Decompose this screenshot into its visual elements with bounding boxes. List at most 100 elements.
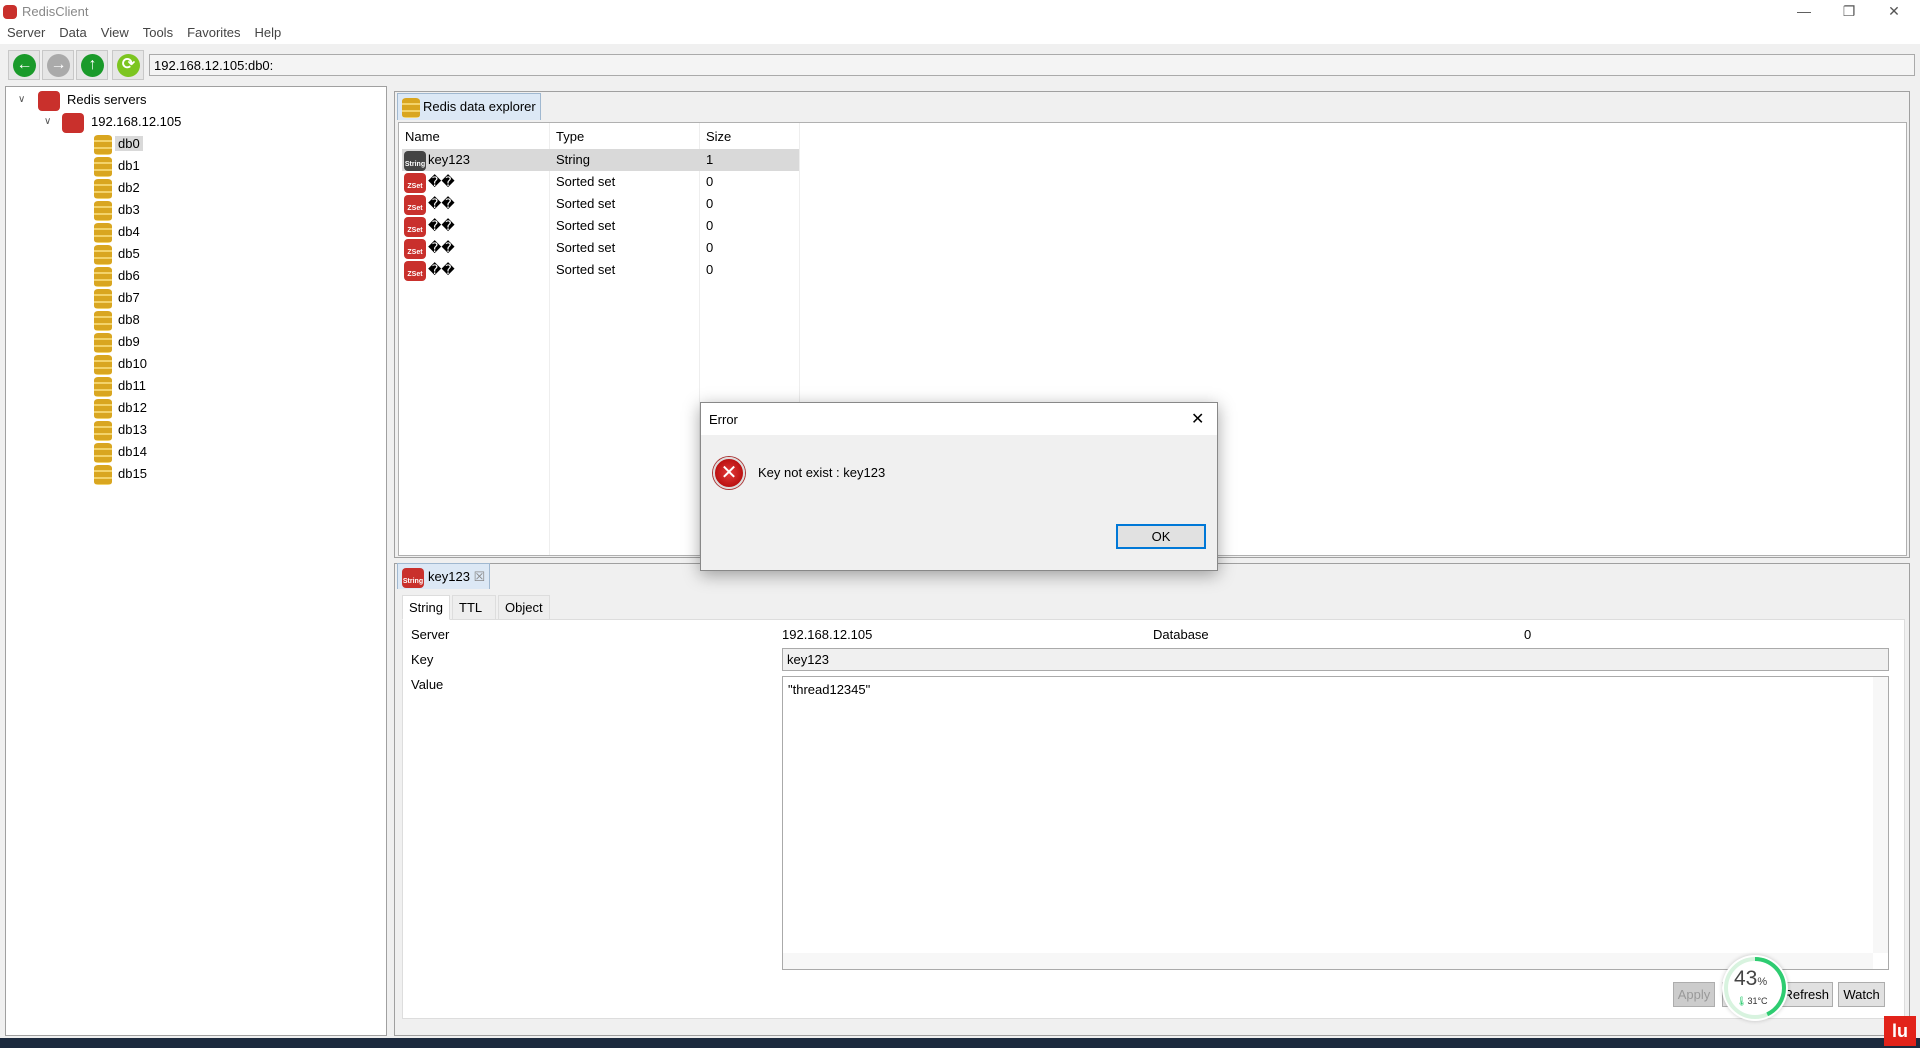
dialog-message: Key not exist : key123 [758,465,886,480]
database-icon [94,288,112,309]
tab-object[interactable]: Object [498,595,550,620]
tree-item-db1[interactable]: db1 [94,155,143,177]
column-header-type[interactable]: Type [556,126,584,148]
string-key-icon: String [404,150,426,171]
tree-item-db9[interactable]: db9 [94,331,143,353]
tree-item-root[interactable]: ∨ Redis servers [16,89,149,111]
zset-key-icon: ZSet [404,194,426,215]
database-icon [94,310,112,331]
gauge-percent: 43 [1734,967,1758,990]
column-header-size[interactable]: Size [706,126,731,148]
watch-button[interactable]: Watch [1838,982,1885,1007]
cpu-gauge[interactable]: 43% 🌡31°C [1722,955,1788,1021]
tab-string[interactable]: String [402,595,450,620]
tree-label: db8 [118,312,140,327]
database-icon [94,134,112,155]
server-value: 192.168.12.105 [782,627,873,642]
tree-label: db14 [118,444,147,459]
back-button[interactable]: ← [8,50,40,80]
tree-item-server[interactable]: ∨ 192.168.12.105 [42,111,184,133]
menu-server[interactable]: Server [0,22,52,40]
forward-icon: → [47,54,70,77]
menu-data[interactable]: Data [52,22,93,40]
minimize-button[interactable]: — [1782,0,1826,24]
watermark-logo: lu [1790,1016,1920,1048]
address-field[interactable]: 192.168.12.105:db0: [149,54,1915,76]
menu-tools[interactable]: Tools [136,22,180,40]
tab-redis-data-explorer[interactable]: Redis data explorer [397,93,541,120]
tree-label: db9 [118,334,140,349]
tree-item-db0[interactable]: db0 [94,133,143,155]
back-icon: ← [13,54,36,77]
chevron-down-icon[interactable]: ∨ [44,111,51,133]
server-icon [62,112,84,133]
restore-button[interactable]: ❐ [1827,0,1871,24]
tab-key123[interactable]: String key123 ☒ [397,563,491,589]
app-title: RedisClient [22,4,89,19]
database-icon [94,156,112,177]
menu-favorites[interactable]: Favorites [180,22,247,40]
dialog-close-button[interactable]: ✕ [1191,409,1204,429]
row-size: 0 [706,262,714,277]
ok-button[interactable]: OK [1116,524,1206,549]
menu-bar: Server Data View Tools Favorites Help [0,22,1920,44]
row-name: ZSet �� [404,237,455,259]
tree-item-db8[interactable]: db8 [94,309,143,331]
close-tab-icon[interactable]: ☒ [474,569,486,584]
value-textarea[interactable]: "thread12345" [782,676,1889,970]
tree-item-db15[interactable]: db15 [94,463,150,485]
tree-item-db6[interactable]: db6 [94,265,143,287]
refresh-icon: ⟳ [117,54,140,77]
tree-label: db15 [118,466,147,481]
database-icon [94,376,112,397]
tree-item-db4[interactable]: db4 [94,221,143,243]
row-type: Sorted set [556,262,616,277]
tree-item-db14[interactable]: db14 [94,441,150,463]
chevron-down-icon[interactable]: ∨ [18,89,25,111]
tree-item-db3[interactable]: db3 [94,199,143,221]
apply-button[interactable]: Apply [1673,982,1715,1007]
tree-label: db7 [118,290,140,305]
gauge-temp: 31°C [1747,996,1768,1006]
zset-key-icon: ZSet [404,172,426,193]
tree-item-db5[interactable]: db5 [94,243,143,265]
tree-item-db11[interactable]: db11 [94,375,149,397]
tree-item-db10[interactable]: db10 [94,353,150,375]
zset-key-icon: ZSet [404,238,426,259]
tree-label: db5 [118,246,140,261]
row-name-text: �� [428,240,455,255]
error-dialog: Error ✕ ✕ Key not exist : key123 OK [700,402,1218,571]
tree-item-db13[interactable]: db13 [94,419,150,441]
tree-label: db6 [118,268,140,283]
column-header-name[interactable]: Name [405,126,440,148]
row-name-text: �� [428,174,455,189]
key-input[interactable]: key123 [782,648,1889,671]
row-size: 0 [706,174,714,189]
tree-label: db2 [118,180,140,195]
tree-label: db13 [118,422,147,437]
database-icon [94,222,112,243]
tree-label: db10 [118,356,147,371]
tree-label: db12 [118,400,147,415]
close-button[interactable]: ✕ [1872,0,1916,24]
menu-view[interactable]: View [94,22,136,40]
vertical-scrollbar[interactable] [1873,677,1888,953]
tree-item-db12[interactable]: db12 [94,397,150,419]
refresh-button[interactable]: ⟳ [112,50,144,80]
server-tree[interactable]: ∨ Redis servers ∨ 192.168.12.105 db0 db1 db2 db… [5,86,387,1036]
string-key-icon: String [402,567,424,588]
forward-button[interactable]: → [42,50,74,80]
up-button[interactable]: ↑ [76,50,108,80]
app-icon [3,4,17,19]
tree-item-db7[interactable]: db7 [94,287,143,309]
zset-key-icon: ZSet [404,260,426,281]
row-name: ZSet �� [404,171,455,193]
tab-ttl[interactable]: TTL [452,595,496,620]
horizontal-scrollbar[interactable] [783,953,1873,969]
tree-label: Redis servers [67,92,147,107]
database-icon [94,332,112,353]
tree-item-db2[interactable]: db2 [94,177,143,199]
menu-help[interactable]: Help [248,22,289,40]
tree-label: db11 [118,378,146,393]
row-type: String [556,152,590,167]
